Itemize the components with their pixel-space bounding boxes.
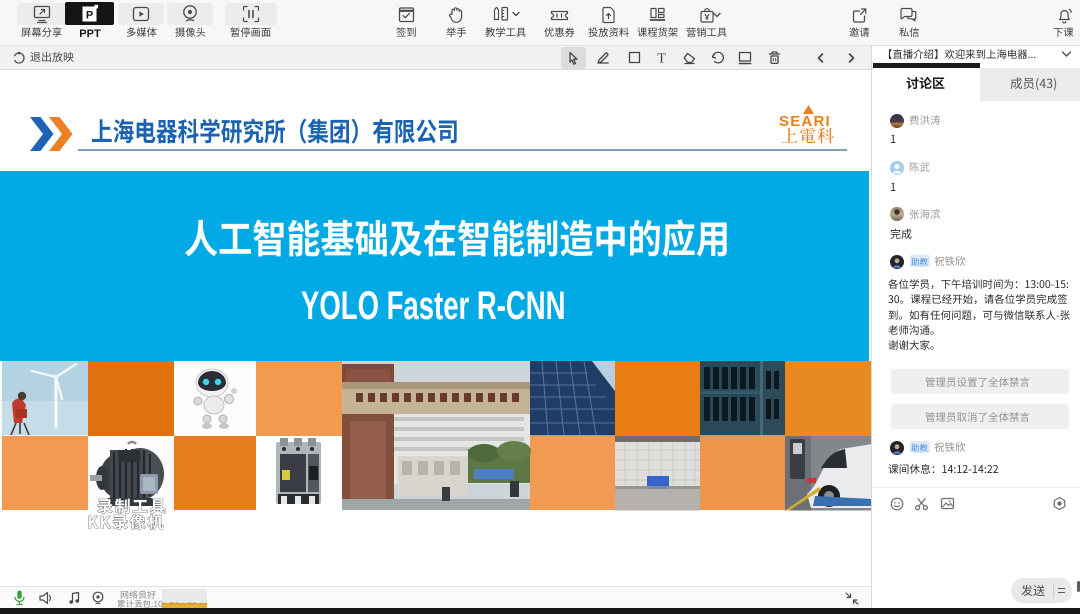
svg-text:T: T [657,52,666,67]
svg-text:P: P [85,9,92,21]
